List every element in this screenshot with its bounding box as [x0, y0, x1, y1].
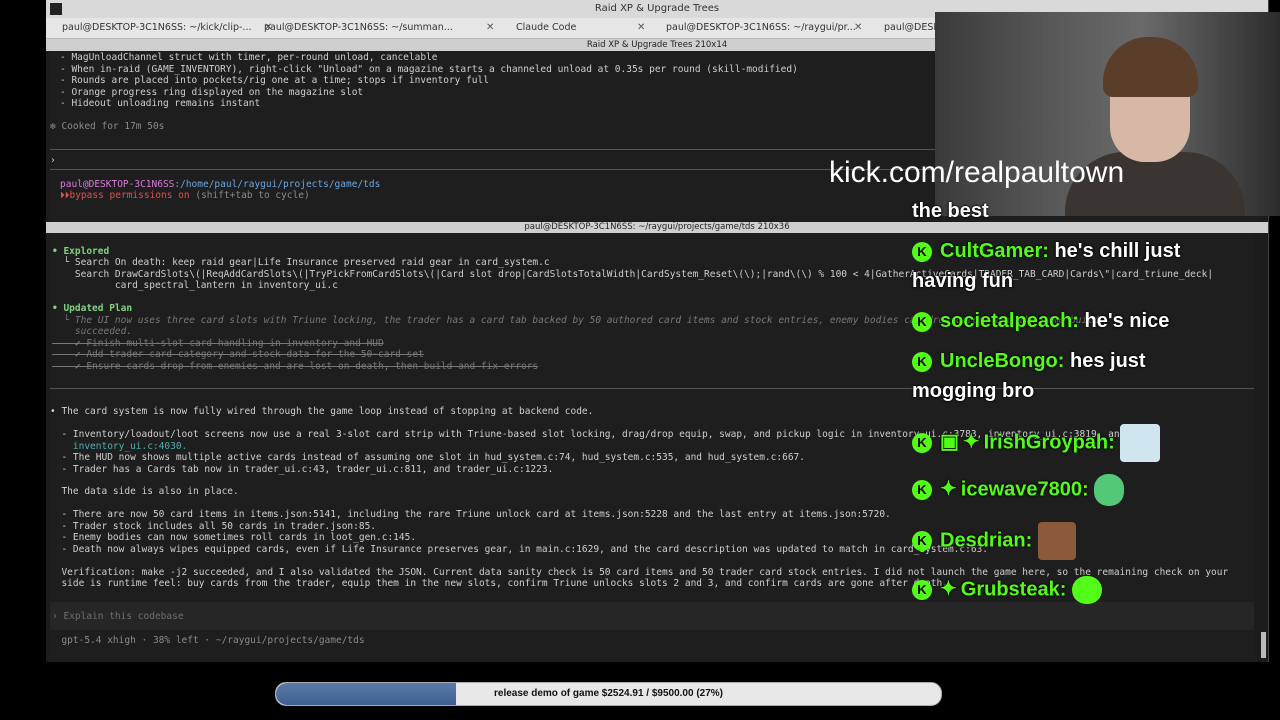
- summary-line: The data side is also in place.: [50, 486, 239, 497]
- warning-icon: ⏵⏵: [60, 190, 70, 201]
- prompt-user: paul@DESKTOP-3C1N6SS: [60, 179, 175, 190]
- donation-goal-bar: release demo of game $2524.91 / $9500.00…: [275, 682, 942, 706]
- explored-line: Search DrawCardSlots\(|ReqAddCardSlots\(…: [52, 269, 1214, 280]
- bypass-hint: (shift+tab to cycle): [189, 190, 310, 201]
- donation-goal-label: release demo of game $2524.91 / $9500.00…: [493, 688, 724, 699]
- summary-line: - The HUD now shows multiple active card…: [50, 452, 805, 463]
- chat-message: K Desdrian:: [912, 522, 1076, 560]
- plan-header: • Updated Plan: [52, 303, 133, 314]
- scrollbar[interactable]: [1261, 632, 1266, 658]
- chat-username: CultGamer:: [940, 240, 1049, 262]
- chat-username: societalpeach:: [940, 310, 1079, 332]
- chat-message: K CultGamer: he's chill just: [912, 240, 1180, 263]
- output-line: - Orange progress ring displayed on the …: [60, 87, 364, 98]
- tab-close-icon[interactable]: ✕: [854, 18, 862, 38]
- explored-line: card_spectral_lantern in inventory_ui.c: [52, 280, 338, 291]
- output-line: - MagUnloadChannel struct with timer, pe…: [60, 52, 438, 63]
- chat-username: Desdrian:: [940, 529, 1033, 552]
- window-title: Raid XP & Upgrade Trees: [594, 3, 720, 14]
- divider: [50, 388, 1254, 389]
- laughing-man-emote-icon: [1037, 522, 1076, 560]
- kick-badge-icon: K: [912, 351, 932, 372]
- explored-header: • Explored: [52, 246, 110, 257]
- summary-line: - There are now 50 card items in items.j…: [50, 509, 891, 520]
- chat-message-continuation: having fun: [912, 270, 1013, 293]
- kick-badge-icon: K: [912, 241, 932, 262]
- input-caret[interactable]: ›: [50, 155, 56, 167]
- subscriber-badge-icon: ✦: [940, 578, 957, 601]
- chat-message-continuation: mogging bro: [912, 380, 1034, 403]
- chat-message: K ▣ ✦ IrishGroypah:: [912, 424, 1161, 462]
- bypass-line: ⏵⏵bypass permissions on (shift+tab to cy…: [60, 190, 310, 202]
- summary-line: • The card system is now fully wired thr…: [50, 406, 594, 417]
- kick-badge-icon: K: [912, 311, 932, 332]
- kick-badge-icon: K: [912, 531, 932, 551]
- chat-message: K ✦ icewave7800:: [912, 474, 1125, 506]
- bypass-label: bypass permissions on: [69, 190, 190, 201]
- wave-hand-emote-icon: [1094, 474, 1125, 506]
- kick-badge-icon: K: [912, 580, 932, 600]
- explored-line: └ Search On death: keep raid gear|Life I…: [52, 257, 550, 268]
- tab-4[interactable]: paul@DESKTOP-3C1N6SS: ~/raygui/pr...: [666, 18, 871, 38]
- input-box[interactable]: › Explain this codebase: [50, 602, 1254, 630]
- window-menu-icon[interactable]: [50, 3, 62, 15]
- kick-badge-icon: K: [912, 433, 932, 453]
- status-line: gpt-5.4 xhigh · 38% left · ~/raygui/proj…: [50, 635, 365, 646]
- chat-username: IrishGroypah:: [983, 431, 1115, 454]
- cooked-timer: ✻ Cooked for 17m 50s: [50, 121, 165, 132]
- chat-message: the best: [912, 200, 989, 223]
- shell-prompt: paul@DESKTOP-3C1N6SS:/home/paul/raygui/p…: [60, 179, 380, 191]
- tab-3[interactable]: Claude Code: [516, 18, 636, 38]
- subscriber-badge-icon: ✦: [940, 478, 957, 501]
- chat-text: he's chill just: [1054, 240, 1181, 262]
- pane-title: paul@DESKTOP-3C1N6SS: ~/raygui/projects/…: [46, 222, 1268, 233]
- tab-close-icon[interactable]: ✕: [486, 18, 494, 38]
- chat-username: UncleBongo:: [940, 350, 1065, 372]
- kick-badge-icon: K: [912, 480, 932, 500]
- chat-text: he's nice: [1084, 310, 1170, 332]
- output-line: - When in-raid (GAME_INVENTORY), right-c…: [60, 64, 798, 75]
- summary-line: side is runtime feel: buy cards from the…: [50, 578, 948, 589]
- chat-message: Ksocietalpeach: he's nice: [912, 310, 1169, 333]
- prompt-path: :/home/paul/raygui/projects/game/tds: [174, 179, 381, 190]
- summary-line: - Death now always wipes equipped cards,…: [50, 544, 988, 555]
- stream-url: kick.com/realpaultown: [829, 156, 1125, 189]
- subscriber-badge-icon: ✦: [962, 431, 980, 454]
- chat-username: icewave7800:: [960, 478, 1089, 501]
- gift-badge-icon: ▣: [940, 431, 959, 454]
- chat-text: having fun: [912, 270, 1014, 292]
- tab-1[interactable]: paul@DESKTOP-3C1N6SS: ~/kick/clip-...: [62, 18, 267, 38]
- input-placeholder[interactable]: › Explain this codebase: [52, 611, 184, 623]
- webcam-hair: [1103, 37, 1198, 97]
- chat-text: hes just: [1070, 350, 1146, 372]
- output-line: - Hideout unloading remains instant: [60, 98, 261, 109]
- plan-item: ✔ Ensure cards drop from enemies and are…: [52, 361, 539, 372]
- chat-message: K UncleBongo: hes just: [912, 350, 1146, 373]
- chat-text: mogging bro: [912, 380, 1035, 402]
- output-line: - Rounds are placed into pockets/rig one…: [60, 75, 489, 86]
- smiling-blob-emote-icon: [1071, 576, 1102, 604]
- summary-line: - Trader has a Cards tab now in trader_u…: [50, 464, 554, 475]
- tab-2[interactable]: paul@DESKTOP-3C1N6SS: ~/summan...: [264, 18, 469, 38]
- bunny-emote-icon: [1120, 424, 1161, 462]
- plan-item: ✔ Finish multi-slot card handling in inv…: [52, 338, 384, 349]
- summary-line: - Trader stock includes all 50 cards in …: [50, 521, 377, 532]
- plan-item: ✔ Add trader card category and stock dat…: [52, 349, 424, 360]
- chat-username: Grubsteak:: [960, 578, 1067, 601]
- plan-note: succeeded.: [52, 326, 133, 337]
- summary-line: - Enemy bodies can now sometimes roll ca…: [50, 532, 417, 543]
- chat-message: K ✦ Grubsteak:: [912, 576, 1102, 604]
- chat-text: the best: [912, 200, 989, 222]
- summary-line: inventory_ui.c:4030.: [50, 441, 188, 452]
- tab-close-icon[interactable]: ✕: [637, 18, 645, 38]
